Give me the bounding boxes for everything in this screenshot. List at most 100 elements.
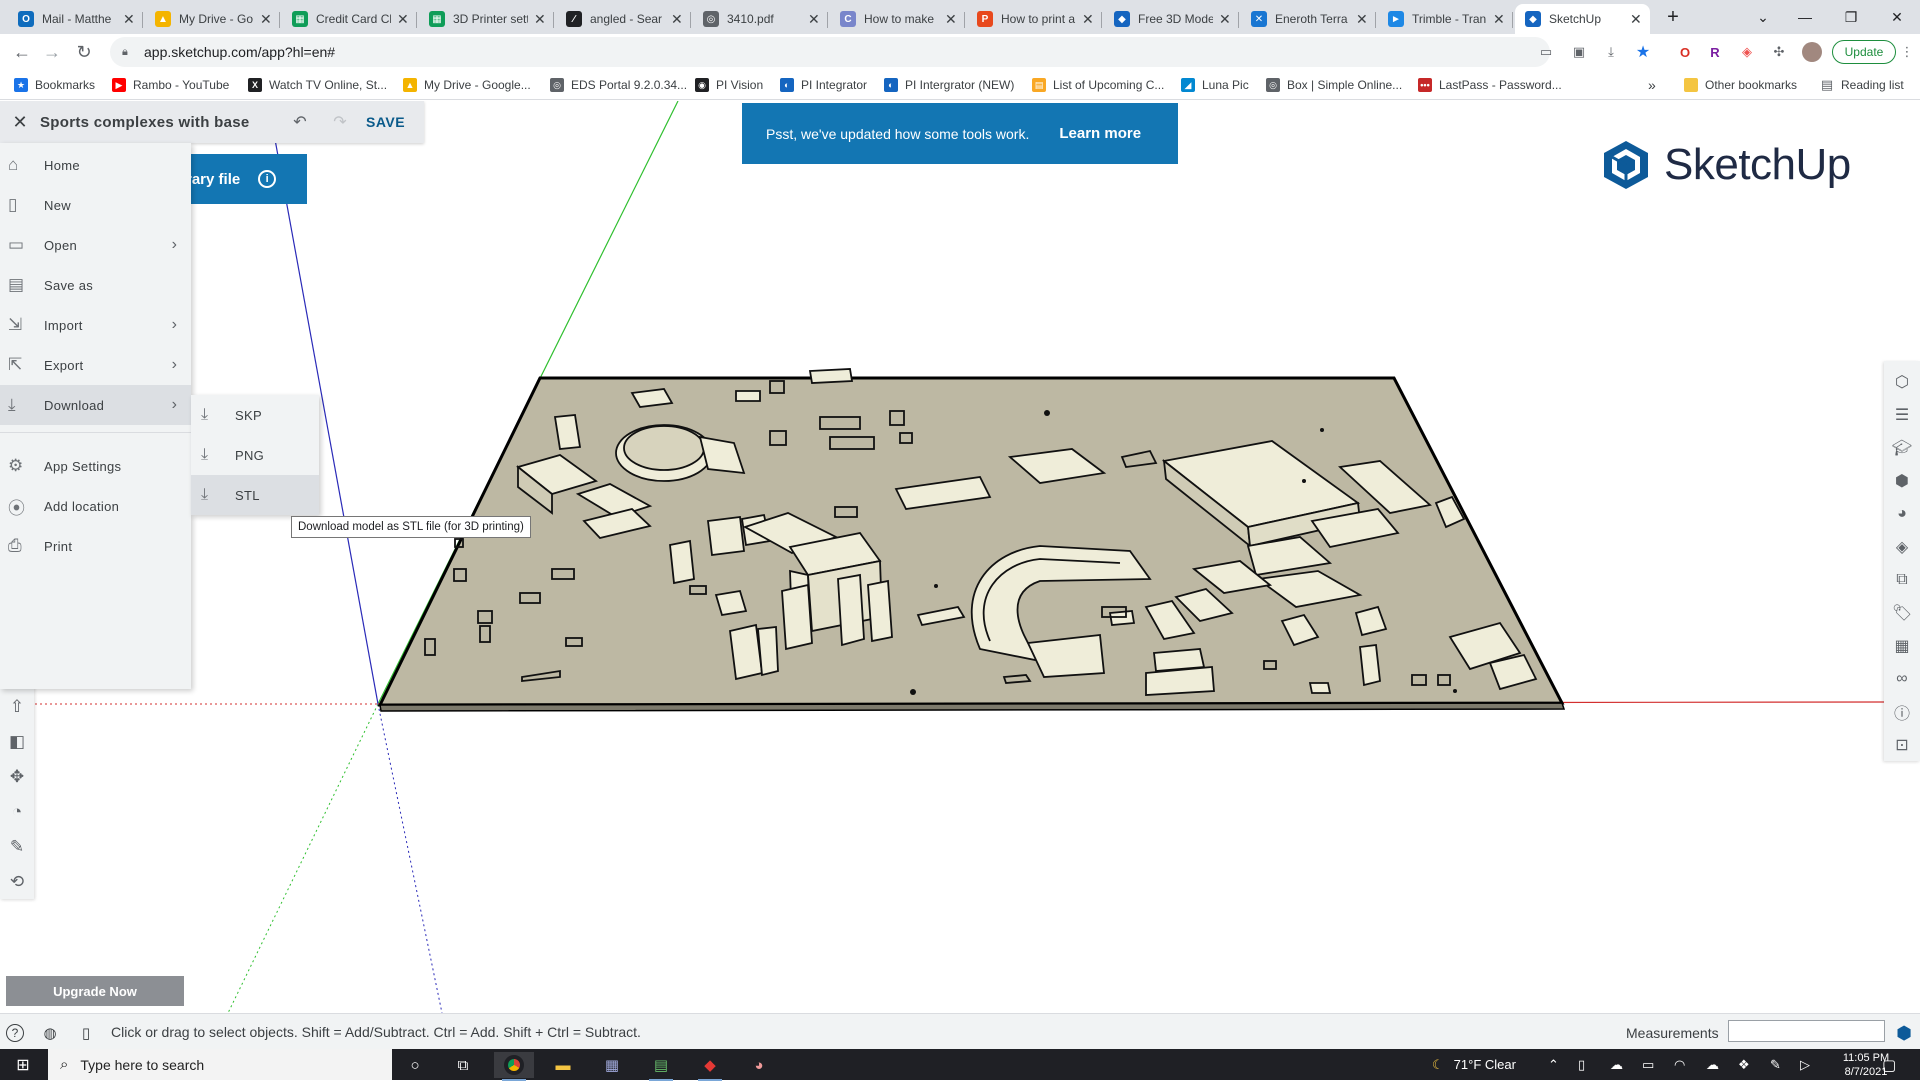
close-tab-icon[interactable]: ✕ [1493, 11, 1505, 28]
menu-item-import[interactable]: ⇲ Import › [0, 305, 191, 345]
bookmark-star-icon[interactable]: ★ [1634, 43, 1652, 61]
reading-list-button[interactable]: ▤ Reading list [1820, 76, 1904, 94]
outliner-icon[interactable]: ☰ [1884, 398, 1920, 431]
redo-icon[interactable]: ↷ [320, 112, 360, 132]
meet-now-icon[interactable]: ▯ [1578, 1049, 1585, 1080]
browser-tab[interactable]: ✕ Eneroth Terra ✕ [1241, 4, 1376, 34]
menu-item-download[interactable]: ⤓ Download › [0, 385, 191, 425]
close-menu-button[interactable]: ✕ [0, 112, 40, 133]
browser-tab[interactable]: P How to print a ✕ [967, 4, 1102, 34]
layers-icon[interactable]: ⧉ [1884, 563, 1920, 596]
taskbar-search[interactable]: ⌕ Type here to search [48, 1049, 392, 1080]
close-tab-icon[interactable]: ✕ [1219, 11, 1231, 28]
bookmark-item[interactable]: ◐ PI Intergrator (NEW) [884, 76, 1014, 94]
browser-tab[interactable]: ▦ 3D Printer sett ✕ [419, 4, 554, 34]
measurements-input[interactable] [1728, 1020, 1885, 1042]
bookmark-item[interactable]: ◎ Box | Simple Online... [1266, 76, 1402, 94]
entity-info-icon[interactable]: ⬡ [1884, 365, 1920, 398]
file-explorer-icon[interactable]: ▬ [543, 1052, 583, 1078]
menu-item-export[interactable]: ⇱ Export › [0, 345, 191, 385]
close-tab-icon[interactable]: ✕ [671, 11, 683, 28]
bookmark-item[interactable]: ★ Bookmarks [14, 76, 95, 94]
bookmark-item[interactable]: ▤ List of Upcoming C... [1032, 76, 1164, 94]
weather-widget[interactable]: ☾ 71°F Clear [1432, 1049, 1516, 1080]
close-tab-icon[interactable]: ✕ [260, 11, 272, 28]
push-pull-tool-icon[interactable]: ⇧ [0, 689, 34, 724]
help-icon[interactable]: ? [6, 1024, 24, 1042]
mouse-icon[interactable]: ▯ [76, 1023, 96, 1043]
back-button[interactable]: ← [8, 40, 36, 64]
close-tab-icon[interactable]: ✕ [534, 11, 546, 28]
sketchup-taskbar-icon[interactable]: ◆ [690, 1052, 730, 1081]
show-hidden-icons[interactable]: ⌃ [1548, 1049, 1559, 1080]
close-tab-icon[interactable]: ✕ [397, 11, 409, 28]
instructor-icon[interactable]: 🎓︎ [1884, 431, 1920, 464]
browser-tab[interactable]: C How to make ✕ [830, 4, 965, 34]
styles-icon[interactable]: ◈ [1884, 530, 1920, 563]
close-window-button[interactable]: ✕ [1874, 0, 1920, 34]
materials-icon[interactable]: ◕ [1884, 497, 1920, 530]
tag-icon[interactable]: 🏷︎ [1884, 596, 1920, 629]
profile-avatar[interactable] [1802, 42, 1822, 62]
globe-icon[interactable]: ◍ [40, 1023, 60, 1043]
bookmark-item[interactable]: ◉ PI Vision [695, 76, 763, 94]
orbit-tool-icon[interactable]: ⟲ [0, 864, 34, 899]
menu-item-add-location[interactable]: ⦿ Add location [0, 486, 191, 526]
arrow-extension-icon[interactable]: ◈ [1738, 43, 1756, 61]
restore-button[interactable]: ❐ [1828, 0, 1874, 34]
wifi-icon[interactable]: ◠ [1674, 1049, 1685, 1080]
excel-file-icon[interactable]: ▤ [641, 1052, 681, 1081]
close-tab-icon[interactable]: ✕ [808, 11, 820, 28]
chrome-taskbar-icon[interactable] [494, 1052, 534, 1081]
info-circle-icon[interactable]: ⓘ [1884, 695, 1920, 728]
close-tab-icon[interactable]: ✕ [945, 11, 957, 28]
info-icon[interactable]: i [258, 170, 277, 188]
tab-search-icon[interactable]: ⌄ [1740, 0, 1786, 34]
close-tab-icon[interactable]: ✕ [123, 11, 135, 28]
move-tool-icon[interactable]: ✥ [0, 759, 34, 794]
address-bar[interactable]: 🔒︎ app.sketchup.com/app?hl=en# [110, 37, 1550, 67]
camera-icon[interactable]: ⊡ [1884, 728, 1920, 761]
menu-item-save-as[interactable]: ▤ Save as [0, 265, 191, 305]
screenshot-icon[interactable]: ▣ [1570, 43, 1588, 61]
other-bookmarks-folder[interactable]: Other bookmarks [1684, 76, 1797, 94]
display-icon[interactable]: ∞ [1884, 662, 1920, 695]
notifications-icon[interactable]: ▢ [1882, 1049, 1896, 1080]
bookmark-item[interactable]: ◐ PI Integrator [780, 76, 867, 94]
cortana-icon[interactable]: ○ [395, 1052, 435, 1078]
bookmark-item[interactable]: ◢ Luna Pic [1181, 76, 1249, 94]
bookmark-item[interactable]: ▲ My Drive - Google... [403, 76, 531, 94]
windows-start-icon[interactable]: ⊞ [0, 1049, 46, 1080]
browser-tab[interactable]: ▲ My Drive - Go ✕ [145, 4, 280, 34]
undo-icon[interactable]: ↶ [280, 112, 320, 132]
browser-tab[interactable]: ◎ 3410.pdf ✕ [693, 4, 828, 34]
battery-icon[interactable]: ▭ [1642, 1049, 1654, 1080]
browser-tab[interactable]: ∕ angled - Sear ✕ [556, 4, 691, 34]
download-png-item[interactable]: ⤓ PNG [191, 435, 319, 475]
reload-button[interactable]: ↻ [70, 40, 98, 64]
dropbox-icon[interactable]: ❖ [1738, 1049, 1750, 1080]
menu-item-home[interactable]: ⌂ Home [0, 145, 191, 185]
update-button[interactable]: Update [1832, 40, 1896, 64]
model-viewport[interactable] [0, 101, 1920, 1013]
paint-tool-icon[interactable]: ◧ [0, 724, 34, 759]
pen-icon[interactable]: ✎ [1770, 1049, 1781, 1080]
menu-item-print[interactable]: ⎙ Print [0, 526, 191, 566]
learn-more-link[interactable]: Learn more [1059, 125, 1141, 142]
upgrade-now-button[interactable]: Upgrade Now [6, 976, 184, 1006]
browser-tab[interactable]: O Mail - Matthe ✕ [8, 4, 143, 34]
components-icon[interactable]: ⬢ [1884, 464, 1920, 497]
download-skp-item[interactable]: ⤓ SKP [191, 395, 319, 435]
close-tab-icon[interactable]: ✕ [1356, 11, 1368, 28]
close-tab-icon[interactable]: ✕ [1082, 11, 1094, 28]
browser-tab[interactable]: ◆ Free 3D Mode ✕ [1104, 4, 1239, 34]
browser-tab[interactable]: ► Trimble - Tran ✕ [1378, 4, 1513, 34]
menu-item-open[interactable]: ▭ Open › [0, 225, 191, 265]
bookmark-item[interactable]: ••• LastPass - Password... [1418, 76, 1562, 94]
close-tab-icon[interactable]: ✕ [1630, 11, 1642, 28]
calculator-icon[interactable]: ▦ [592, 1052, 632, 1078]
install-app-icon[interactable]: ⤓ [1602, 43, 1620, 61]
onedrive-cloud-icon[interactable]: ☁ [1610, 1049, 1623, 1080]
menu-item-app-settings[interactable]: ⚙ App Settings [0, 446, 191, 486]
minimize-button[interactable]: — [1782, 0, 1828, 34]
